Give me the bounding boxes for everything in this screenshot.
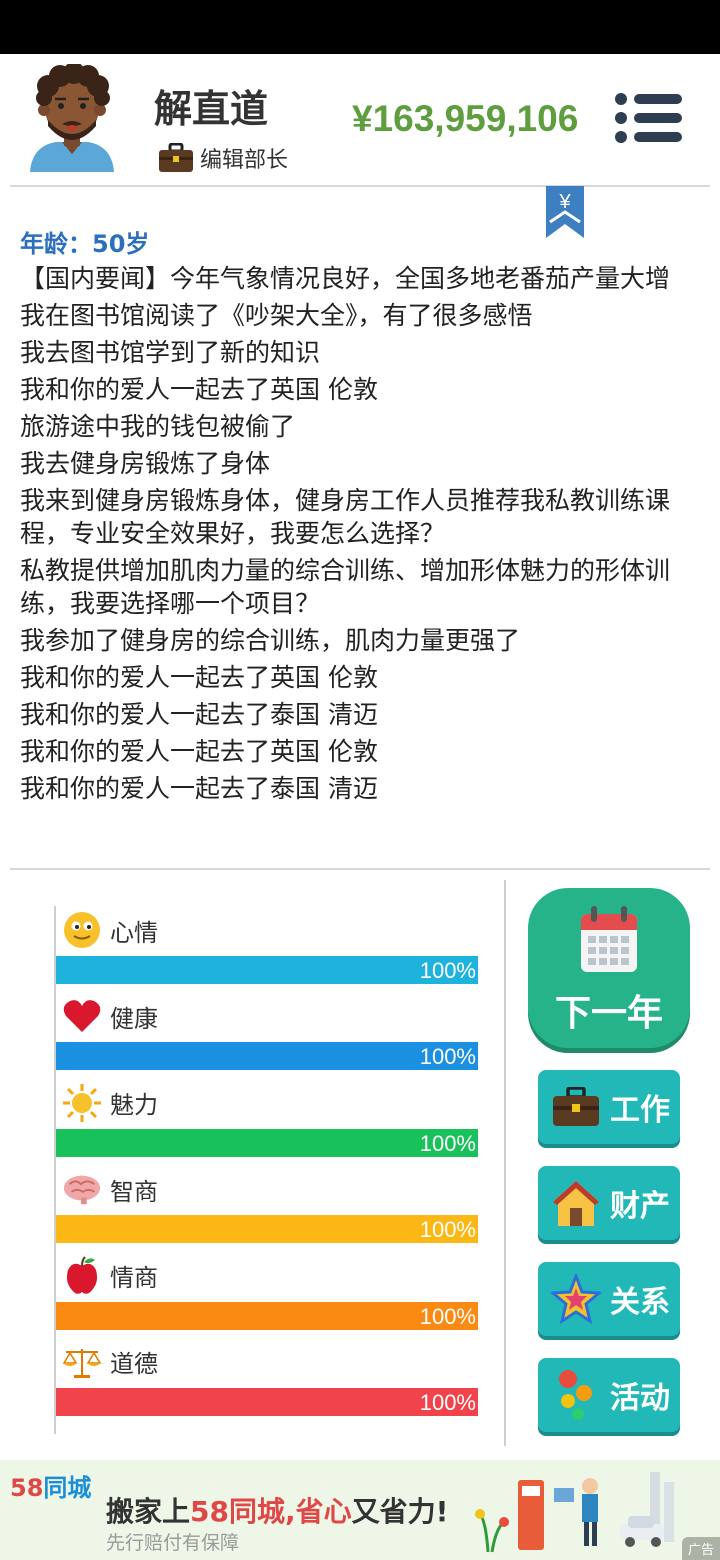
- next-year-label: 下一年: [554, 993, 663, 1034]
- log-divider: [10, 868, 710, 870]
- stat-label: 情商: [110, 1264, 158, 1293]
- status-bar: [0, 0, 720, 54]
- bookmark-symbol: ¥: [558, 191, 571, 213]
- stat-percent: 100%: [419, 1044, 476, 1070]
- ad-brand: 58同城: [10, 1468, 91, 1503]
- ad-illustration: [475, 1472, 674, 1553]
- stat-bar-fill: [56, 1042, 478, 1071]
- briefcase-icon: [159, 143, 193, 172]
- ad-tag: 广告: [681, 1537, 720, 1560]
- ad-banner[interactable]: 58同城 搬家上58同城,省心又省力! 先行赔付有保障 广告: [0, 1460, 720, 1560]
- log-entry: 我和你的爱人一起去了泰国 清迈: [20, 700, 378, 729]
- job-title: 编辑部长: [200, 148, 289, 173]
- panel-divider: [504, 880, 506, 1446]
- stat-bar-fill: [56, 1387, 478, 1416]
- stat-bar: [56, 1128, 478, 1157]
- log-entry: 我和你的爱人一起去了泰国 清迈: [20, 774, 378, 803]
- stat-percent: 100%: [419, 1389, 476, 1415]
- ad-brand-name: 同城: [43, 1474, 92, 1502]
- sun-icon: [62, 1083, 102, 1123]
- event-log: 【国内要闻】今年气象情况良好，全国多地老番茄产量大增 我在图书馆阅读了《吵架大全》…: [20, 262, 696, 809]
- stat-label: 智商: [110, 1177, 158, 1206]
- relations-button[interactable]: 关系: [538, 1262, 680, 1336]
- stat-row: 健康 100%: [54, 992, 478, 1078]
- stat-row: 情商 100%: [54, 1252, 478, 1338]
- smiley-icon: [62, 910, 102, 950]
- log-entry: 【国内要闻】今年气象情况良好，全国多地老番茄产量大增: [20, 264, 671, 293]
- property-button[interactable]: 财产: [538, 1166, 680, 1240]
- log-entry: 旅游途中我的钱包被偷了: [20, 412, 296, 441]
- heart-icon: [62, 996, 102, 1036]
- briefcase-icon: [550, 1081, 602, 1133]
- scales-icon: [62, 1342, 102, 1382]
- ad-headline-a: 搬家上: [106, 1495, 191, 1528]
- stat-percent: 100%: [419, 1217, 476, 1243]
- stat-label: 魅力: [110, 1091, 158, 1120]
- ad-headline-b: 又省力!: [351, 1495, 449, 1528]
- ad-subtitle: 先行赔付有保障: [106, 1532, 240, 1554]
- stat-row: 智商 100%: [54, 1165, 478, 1251]
- stat-bar-fill: [56, 956, 478, 984]
- stat-bar: [56, 1301, 478, 1330]
- calendar-icon: [581, 906, 637, 972]
- stat-header: 健康: [62, 996, 158, 1036]
- stat-bar-fill: [56, 1301, 478, 1330]
- stat-percent: 100%: [419, 958, 476, 983]
- house-icon: [550, 1177, 602, 1229]
- stats-panel: 心情 100% 健康 100% 魅力 100% 智商 100% 情商 100% 道德 100%: [54, 906, 478, 1424]
- job-title-row: 编辑部长: [158, 142, 288, 174]
- stat-header: 心情: [62, 910, 158, 950]
- star-icon: [550, 1273, 602, 1325]
- stat-row: 心情 100%: [54, 906, 478, 992]
- log-entry: 我和你的爱人一起去了英国 伦敦: [20, 663, 378, 692]
- stat-header: 魅力: [62, 1083, 158, 1123]
- stat-label: 心情: [110, 918, 158, 947]
- property-label: 财产: [610, 1189, 670, 1224]
- activity-dots-icon: [550, 1369, 602, 1421]
- stat-bar: [56, 1215, 478, 1244]
- log-entry: 我在图书馆阅读了《吵架大全》，有了很多感悟: [20, 301, 533, 330]
- log-entry: 我参加了健身房的综合训练，肌肉力量更强了: [20, 626, 521, 655]
- stat-bar-fill: [56, 1128, 478, 1157]
- log-entry: 我去图书馆学到了新的知识: [20, 338, 321, 367]
- log-entry: 我和你的爱人一起去了英国 伦敦: [20, 375, 378, 404]
- avatar: [30, 64, 114, 172]
- log-entry: 我去健身房锻炼了身体: [20, 449, 271, 478]
- stat-header: 情商: [62, 1255, 158, 1296]
- stat-bar: [56, 956, 478, 984]
- stat-row: 道德 100%: [54, 1338, 478, 1424]
- relations-label: 关系: [610, 1285, 670, 1320]
- stat-row: 魅力 100%: [54, 1079, 478, 1165]
- age-label: 年龄：50岁: [20, 230, 150, 258]
- stat-label: 道德: [110, 1350, 158, 1379]
- log-entry: 我来到健身房锻炼身体，健身房工作人员推荐我私教训练课程，专业安全效果好，我要怎么…: [20, 486, 671, 548]
- ad-brand-num: 58: [10, 1474, 44, 1502]
- log-entry: 我和你的爱人一起去了英国 伦敦: [20, 737, 378, 766]
- work-button[interactable]: 工作: [538, 1070, 680, 1144]
- stat-bar: [56, 1042, 478, 1071]
- log-entry: 私教提供增加肌肉力量的综合训练、增加形体魅力的形体训练，我要选择哪一个项目？: [20, 556, 671, 618]
- stat-label: 健康: [110, 1004, 158, 1033]
- money-display: ¥163,959,106: [352, 98, 579, 139]
- stat-header: 智商: [62, 1169, 158, 1209]
- activities-button[interactable]: 活动: [538, 1358, 680, 1432]
- stat-percent: 100%: [419, 1303, 476, 1329]
- activities-label: 活动: [610, 1381, 670, 1416]
- stat-header: 道德: [62, 1342, 158, 1382]
- ad-headline: 搬家上58同城,省心又省力!: [106, 1490, 448, 1530]
- ad-headline-highlight: 58同城,省心: [190, 1495, 352, 1528]
- yen-bookmark-icon[interactable]: ¥: [546, 186, 584, 238]
- stat-bar: [56, 1387, 478, 1416]
- stat-percent: 100%: [419, 1130, 476, 1156]
- menu-icon[interactable]: [614, 92, 684, 144]
- player-name: 解直道: [154, 87, 269, 131]
- header-divider: [10, 185, 710, 187]
- next-year-button[interactable]: 下一年: [528, 888, 690, 1048]
- stats-axis-line: [54, 906, 56, 1434]
- brain-icon: [62, 1169, 102, 1209]
- work-label: 工作: [610, 1093, 670, 1128]
- apple-icon: [62, 1255, 102, 1296]
- stat-bar-fill: [56, 1215, 478, 1244]
